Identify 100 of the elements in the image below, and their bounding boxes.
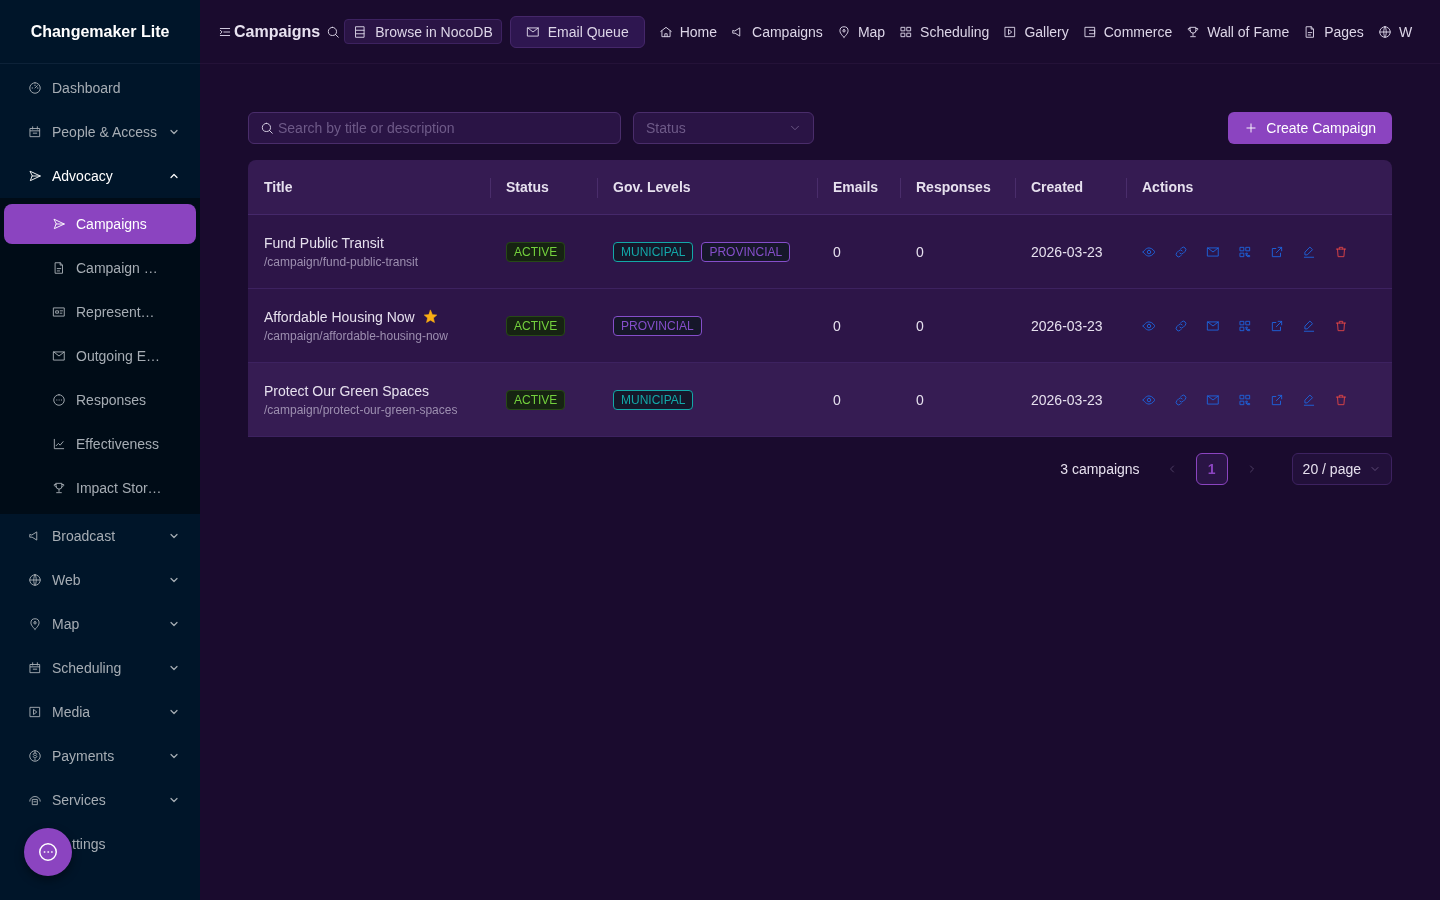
sidebar-item[interactable]: Services — [0, 778, 200, 822]
nav-link[interactable]: Commerce — [1082, 23, 1173, 40]
calendar-icon — [28, 661, 42, 675]
campaign-title: Fund Public Transit — [264, 234, 384, 251]
mail-icon[interactable] — [1206, 244, 1220, 259]
sidebar-item[interactable]: Broadcast — [0, 514, 200, 558]
nav-link[interactable]: Scheduling — [899, 23, 990, 40]
qr-code-icon[interactable] — [1238, 392, 1252, 407]
home-icon — [658, 24, 673, 39]
mail-icon — [52, 349, 66, 363]
sidebar-item[interactable]: Map — [0, 602, 200, 646]
edit-icon[interactable] — [1302, 318, 1316, 333]
qr-code-icon[interactable] — [1238, 318, 1252, 333]
trophy-icon — [1186, 24, 1201, 39]
campaign-slug: /campaign/affordable-housing-now — [264, 328, 449, 343]
table-row[interactable]: Fund Public Transit /campaign/fund-public-transit ACTIVE MUNICIPAL PROVINCIAL 0 0 2026-03-23 — [248, 215, 1392, 289]
nav-link[interactable]: Gallery — [1003, 23, 1069, 40]
level-tag: MUNICIPAL — [613, 389, 694, 410]
external-link-icon[interactable] — [1270, 244, 1284, 259]
column-header: Emails — [833, 179, 879, 195]
table-cell: 0 — [916, 391, 924, 408]
app-logo-text: Changemaker Lite — [0, 0, 200, 64]
search-field[interactable]: Search by title or description — [248, 112, 621, 144]
sidebar-subitem[interactable]: Campaigns — [4, 204, 196, 244]
nav-link[interactable]: Map — [836, 23, 886, 40]
globe-icon — [1377, 24, 1392, 39]
eye-icon[interactable] — [1142, 392, 1156, 407]
send-icon — [28, 169, 42, 183]
campaign-slug: /campaign/protect-our-green-spaces — [264, 402, 459, 417]
external-link-icon[interactable] — [1270, 392, 1284, 407]
sidebar-item[interactable]: Scheduling — [0, 646, 200, 690]
sidebar-subitem[interactable]: Effectiveness — [4, 424, 196, 464]
map-pin-icon — [28, 617, 42, 631]
table-cell: 2026-03-23 — [1031, 391, 1103, 408]
sidebar-item[interactable]: Media — [0, 690, 200, 734]
sidebar-subitem[interactable]: Outgoing E… — [4, 336, 196, 376]
sidebar-item[interactable]: People & Access — [0, 110, 200, 154]
send-icon — [52, 217, 66, 231]
delete-icon[interactable] — [1334, 318, 1348, 333]
gauge-icon — [28, 81, 42, 95]
mail-icon[interactable] — [1206, 392, 1220, 407]
chat-button[interactable] — [24, 828, 72, 876]
edit-icon[interactable] — [1302, 392, 1316, 407]
dollar-icon — [28, 749, 42, 763]
line-chart-icon — [52, 437, 66, 451]
status-tag: ACTIVE — [506, 315, 566, 336]
campaign-title: Protect Our Green Spaces — [264, 382, 429, 399]
column-header: Status — [506, 179, 549, 195]
sidebar-item[interactable]: Web — [0, 558, 200, 602]
page-size-select[interactable]: 20 / page — [1291, 453, 1392, 485]
nav-link[interactable]: Home — [658, 23, 718, 40]
status-tag: ACTIVE — [506, 241, 566, 262]
sidebar-item[interactable]: ttings — [0, 822, 200, 866]
status-select[interactable]: Status — [633, 112, 814, 144]
external-link-icon[interactable] — [1270, 318, 1284, 333]
eye-icon[interactable] — [1142, 244, 1156, 259]
trophy-icon — [52, 481, 66, 495]
delete-icon[interactable] — [1334, 244, 1348, 259]
id-card-icon — [52, 305, 66, 319]
play-icon — [1003, 24, 1018, 39]
column-header: Responses — [916, 179, 991, 195]
sidebar-item[interactable]: Advocacy — [0, 154, 200, 198]
header-button[interactable]: Email Queue — [509, 15, 645, 48]
link-icon[interactable] — [1174, 244, 1188, 259]
level-tag: PROVINCIAL — [613, 315, 702, 336]
delete-icon[interactable] — [1334, 392, 1348, 407]
table-row[interactable]: Affordable Housing Now /campaign/affordable-housing-now ACTIVE PROVINCIAL 0 0 2026-03-23 — [248, 289, 1392, 363]
qr-code-icon[interactable] — [1238, 244, 1252, 259]
link-icon[interactable] — [1174, 318, 1188, 333]
header-button[interactable]: Browse in NocoDB — [344, 19, 502, 44]
sidebar-subitem[interactable]: Represent… — [4, 292, 196, 332]
sidebar-subitem[interactable]: Campaign … — [4, 248, 196, 288]
table-cell: 0 — [833, 391, 841, 408]
nav-link[interactable]: W — [1377, 23, 1413, 40]
create-campaign-button[interactable]: Create Campaign — [1228, 112, 1392, 144]
calendar-icon — [28, 125, 42, 139]
table-cell: 0 — [833, 317, 841, 334]
link-icon[interactable] — [1174, 392, 1188, 407]
sidebar-item[interactable]: Payments — [0, 734, 200, 778]
nav-link[interactable]: Pages — [1303, 23, 1364, 40]
nav-link[interactable]: Campaigns — [731, 23, 823, 40]
globe-icon — [28, 573, 42, 587]
sidebar-item[interactable]: Dashboard — [0, 66, 200, 110]
search-icon[interactable] — [326, 24, 341, 39]
eye-icon[interactable] — [1142, 318, 1156, 333]
edit-icon[interactable] — [1302, 244, 1316, 259]
table-cell: 0 — [916, 317, 924, 334]
sidebar-subitem[interactable]: Impact Stor… — [4, 468, 196, 508]
total-count: 3 campaigns — [1060, 461, 1140, 477]
campaign-title: Affordable Housing Now — [264, 308, 415, 325]
table-cell: 0 — [833, 243, 841, 260]
nav-link[interactable]: Wall of Fame — [1186, 23, 1290, 40]
chat-icon — [37, 841, 59, 863]
sidebar-subitem[interactable]: Responses — [4, 380, 196, 420]
table-row[interactable]: Protect Our Green Spaces /campaign/protect-our-green-spaces ACTIVE MUNICIPAL 0 0 2026-03-23 — [248, 363, 1392, 437]
document-icon — [52, 261, 66, 275]
mail-icon[interactable] — [1206, 318, 1220, 333]
column-header: Actions — [1142, 179, 1194, 195]
dome-icon — [28, 793, 42, 807]
status-tag: ACTIVE — [506, 389, 566, 410]
